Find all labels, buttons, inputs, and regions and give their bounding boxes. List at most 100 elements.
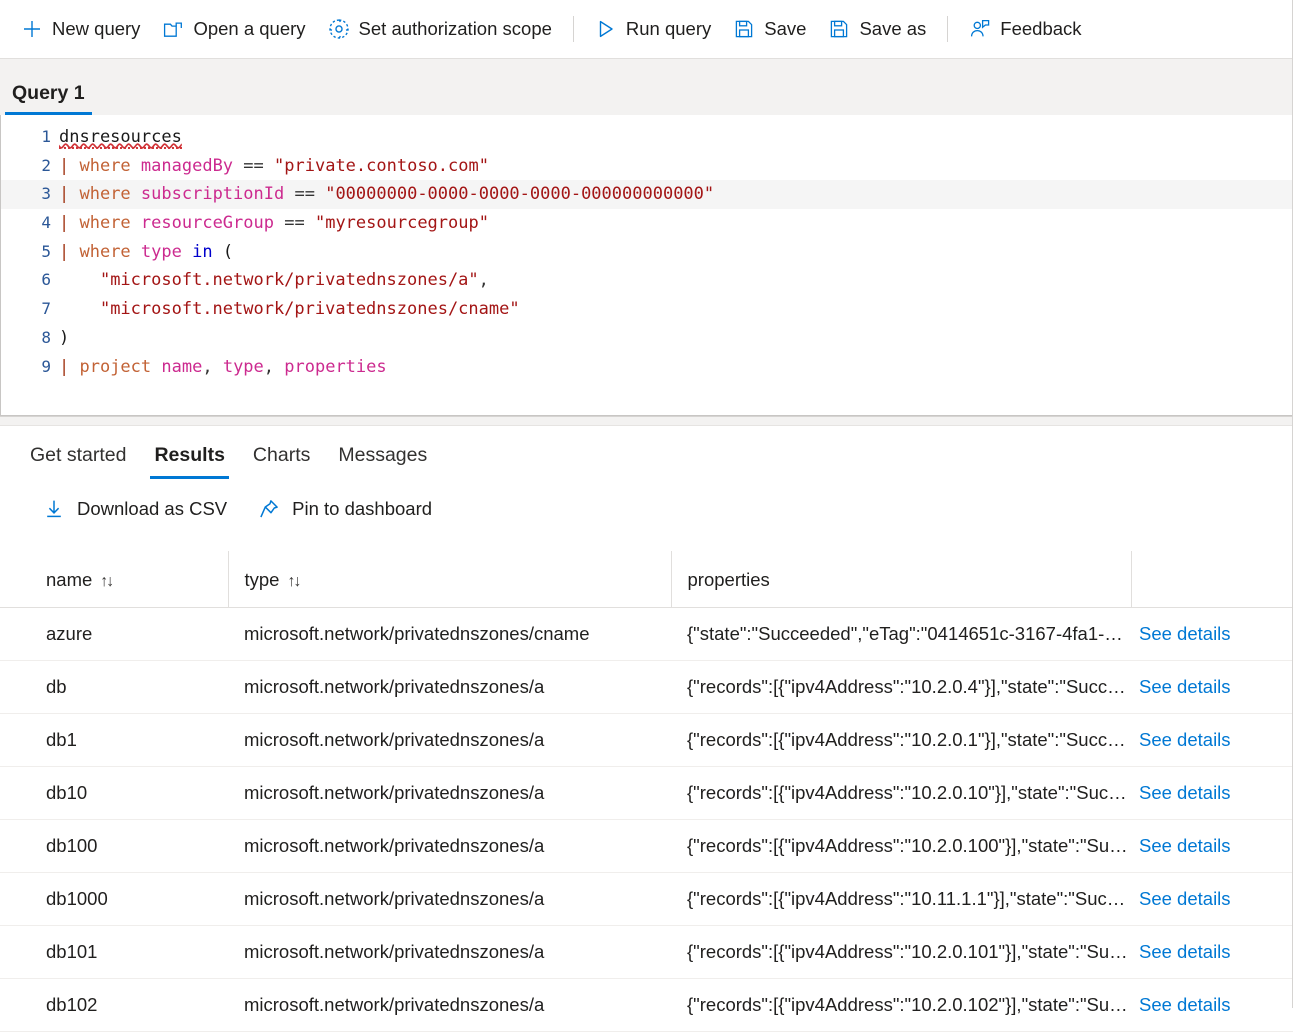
toolbar-divider-2 — [947, 16, 949, 42]
new-query-button[interactable]: New query — [10, 9, 151, 49]
feedback-person-icon — [969, 18, 991, 40]
sort-arrows-icon[interactable]: ↑↓ — [287, 573, 301, 591]
code-line[interactable]: 5 | where type in ( — [1, 238, 1293, 267]
code-token: == — [294, 184, 315, 205]
code-token: | — [59, 213, 80, 234]
line-number: 5 — [41, 241, 51, 261]
cell-details: See details — [1131, 872, 1293, 926]
line-number: 4 — [41, 213, 51, 233]
kql-code-editor[interactable]: 1 dnsresources 2 | where managedBy == "priv… — [1, 115, 1293, 381]
tab-results[interactable]: Results — [140, 444, 238, 479]
code-token: dnsresources — [59, 127, 182, 149]
see-details-link[interactable]: See details — [1139, 835, 1231, 856]
table-row[interactable]: db10 microsoft.network/privatednszones/a{… — [0, 766, 1293, 820]
line-number: 6 — [41, 270, 51, 290]
code-token: where — [79, 155, 131, 176]
see-details-link[interactable]: See details — [1139, 941, 1231, 962]
code-line-text: | project name, type, properties — [59, 353, 387, 382]
code-line[interactable]: 9 | project name, type, properties — [1, 353, 1293, 382]
code-token: | — [59, 155, 80, 176]
code-line[interactable]: 1 dnsresources — [1, 123, 1293, 152]
code-token: "microsoft.network/privatednszones/cname… — [99, 299, 520, 320]
cell-properties: {"records":[{"ipv4Address":"10.2.0.102"}… — [671, 978, 1131, 1032]
cell-type: microsoft.network/privatednszones/a — [228, 660, 671, 714]
code-line[interactable]: 4 | where resourceGroup == "myresourcegro… — [1, 209, 1293, 238]
code-token: type — [140, 241, 182, 262]
open-query-button[interactable]: Open a query — [151, 9, 316, 49]
tab-query-1[interactable]: Query 1 — [0, 82, 97, 115]
see-details-link[interactable]: See details — [1139, 782, 1231, 803]
cell-properties: {"records":[{"ipv4Address":"10.2.0.10"}]… — [671, 766, 1131, 820]
cell-details: See details — [1131, 819, 1293, 873]
see-details-link[interactable]: See details — [1139, 994, 1231, 1015]
code-line-text: | where type in ( — [59, 238, 233, 267]
run-query-button[interactable]: Run query — [584, 9, 722, 49]
column-header-name[interactable]: name ↑↓ — [0, 551, 228, 608]
code-token: "microsoft.network/privatednszones/a" — [99, 270, 479, 291]
save-button[interactable]: Save — [722, 9, 817, 49]
cell-name: db10 — [0, 766, 228, 820]
table-row[interactable]: db microsoft.network/privatednszones/a {"r… — [0, 660, 1293, 714]
see-details-link[interactable]: See details — [1139, 729, 1231, 750]
see-details-link[interactable]: See details — [1139, 623, 1231, 644]
code-line-text: "microsoft.network/privatednszones/a", — [59, 266, 489, 295]
see-details-link[interactable]: See details — [1139, 676, 1231, 697]
tab-get-started[interactable]: Get started — [16, 444, 140, 479]
table-row[interactable]: db102 microsoft.network/privatednszones/a… — [0, 978, 1293, 1032]
code-token: "myresourcegroup" — [314, 213, 489, 234]
save-icon — [733, 18, 755, 40]
set-authorization-scope-button[interactable]: Set authorization scope — [317, 9, 563, 49]
column-header-label: name — [46, 569, 93, 590]
code-line[interactable]: 8) — [1, 324, 1293, 353]
query-editor-panel[interactable]: 1 dnsresources 2 | where managedBy == "priv… — [0, 115, 1293, 416]
code-line[interactable]: 2 | where managedBy == "private.contoso.c… — [1, 152, 1293, 181]
download-arrow-icon — [42, 497, 66, 521]
cell-name: db100 — [0, 819, 228, 873]
tab-charts[interactable]: Charts — [239, 444, 324, 479]
tab-messages[interactable]: Messages — [324, 444, 441, 479]
code-token: "private.contoso.com" — [274, 155, 489, 176]
cell-name: db101 — [0, 925, 228, 979]
table-row[interactable]: azure microsoft.network/privatednszones/c… — [0, 607, 1293, 661]
line-number: 3 — [41, 184, 51, 204]
code-line[interactable]: 3 | where subscriptionId == "00000000-000… — [1, 180, 1293, 210]
pin-to-dashboard-button[interactable]: Pin to dashboard — [253, 493, 444, 525]
code-token: where — [79, 184, 131, 205]
cell-type: microsoft.network/privatednszones/a — [228, 978, 671, 1032]
feedback-label: Feedback — [1000, 17, 1082, 39]
line-number: 7 — [41, 299, 51, 319]
cell-type: microsoft.network/privatednszones/cname — [228, 607, 671, 661]
line-number: 1 — [41, 127, 51, 146]
code-token: properties — [284, 356, 387, 377]
code-line[interactable]: 7 "microsoft.network/privatednszones/cna… — [1, 295, 1293, 324]
sort-arrows-icon[interactable]: ↑↓ — [100, 573, 114, 591]
table-row[interactable]: db100 microsoft.network/privatednszones/a… — [0, 819, 1293, 873]
toolbar-divider-1 — [572, 16, 574, 42]
save-as-button[interactable]: Save as — [817, 9, 937, 49]
code-token: "00000000-0000-0000-0000-000000000000" — [325, 184, 715, 205]
download-as-csv-button[interactable]: Download as CSV — [38, 493, 239, 525]
code-token: | — [59, 356, 80, 377]
column-header-type[interactable]: type ↑↓ — [227, 551, 671, 608]
feedback-button[interactable]: Feedback — [958, 9, 1092, 49]
tab-results-label: Results — [154, 444, 225, 466]
see-details-link[interactable]: See details — [1139, 888, 1231, 909]
query-tab-label: Query 1 — [12, 82, 85, 104]
code-token: where — [79, 241, 131, 262]
table-row[interactable]: db1000 microsoft.network/privatednszones/… — [0, 872, 1293, 926]
table-row[interactable]: db101 microsoft.network/privatednszones/a… — [0, 925, 1293, 979]
code-token: | — [59, 241, 80, 262]
cell-type: microsoft.network/privatednszones/a — [228, 713, 671, 767]
table-row[interactable]: db1 microsoft.network/privatednszones/a {"… — [0, 713, 1293, 767]
code-token: , — [263, 356, 285, 377]
code-line[interactable]: 6 "microsoft.network/privatednszones/a", — [1, 266, 1293, 295]
results-splitter[interactable] — [0, 416, 1293, 426]
column-header-label: type — [244, 569, 280, 590]
